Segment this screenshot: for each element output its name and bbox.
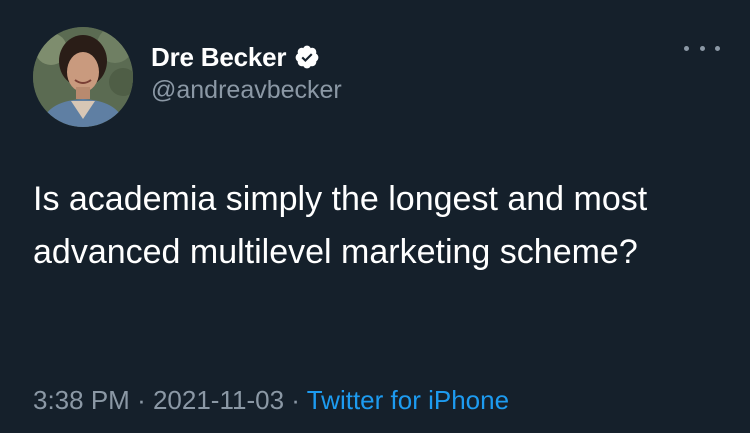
meta-separator: ·: [291, 385, 300, 415]
avatar[interactable]: [33, 27, 133, 127]
more-dot: [715, 45, 720, 51]
tweet-metadata: 3:38 PM · 2021-11-03 · Twitter for iPhon…: [33, 385, 509, 416]
more-options-icon[interactable]: [684, 38, 720, 58]
author-handle[interactable]: @andreavbecker: [151, 76, 342, 105]
tweet-date[interactable]: 2021-11-03: [153, 385, 284, 415]
tweet-card: Dre Becker @andreavbecker Is academia si…: [0, 0, 750, 433]
display-name[interactable]: Dre Becker: [151, 42, 287, 73]
author-name-row: Dre Becker: [151, 40, 320, 74]
tweet-source-link[interactable]: Twitter for iPhone: [307, 385, 509, 415]
tweet-time[interactable]: 3:38 PM: [33, 385, 130, 415]
verified-badge-icon: [294, 44, 320, 70]
avatar-image: [33, 27, 133, 127]
more-dot: [684, 45, 689, 51]
meta-separator: ·: [137, 385, 146, 415]
more-dot: [699, 45, 705, 51]
tweet-text: Is academia simply the longest and most …: [33, 180, 657, 271]
